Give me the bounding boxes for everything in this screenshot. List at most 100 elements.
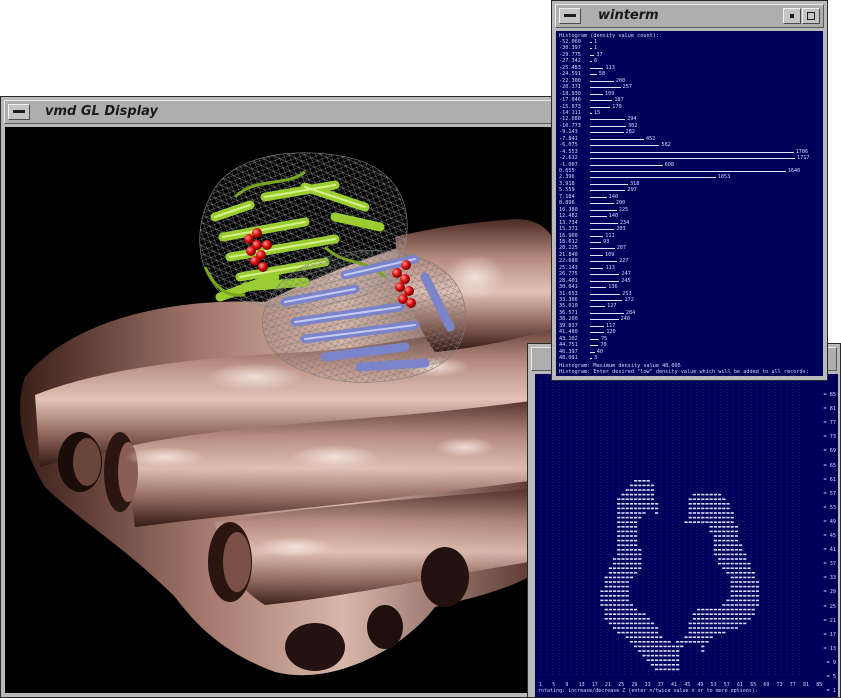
density-dot xyxy=(713,530,717,533)
density-dot xyxy=(634,493,638,496)
density-dot xyxy=(642,484,646,487)
histogram-value: 31.653 xyxy=(559,290,578,297)
density-dot xyxy=(625,576,629,579)
density-dot xyxy=(638,498,642,500)
density-dot xyxy=(617,562,621,565)
histogram-count: 284 xyxy=(625,309,636,316)
density-dot xyxy=(701,613,705,615)
density-dot xyxy=(739,576,743,579)
gl-viewport[interactable] xyxy=(5,127,557,693)
minus-icon xyxy=(13,110,25,113)
density-dot xyxy=(617,590,621,592)
density-dot xyxy=(734,558,738,560)
density-dot xyxy=(629,613,633,615)
density-dot xyxy=(617,526,621,528)
density-dot xyxy=(726,503,730,505)
histogram-value: 36.571 xyxy=(559,309,578,316)
slice-y-tick: = 73 xyxy=(823,434,837,441)
density-dot xyxy=(638,613,642,615)
density-dot xyxy=(617,507,621,510)
histogram-value: -20.371 xyxy=(559,84,581,91)
window-menu-button[interactable] xyxy=(8,104,30,120)
density-dot xyxy=(709,498,713,500)
density-dot xyxy=(625,585,629,588)
density-dot xyxy=(638,489,642,491)
density-dot xyxy=(701,512,705,514)
density-dot xyxy=(726,549,730,551)
density-dot xyxy=(634,641,638,643)
histogram-bar xyxy=(590,332,605,334)
density-dot xyxy=(655,631,659,634)
density-dot xyxy=(684,521,688,523)
density-dot xyxy=(722,526,726,528)
density-dot xyxy=(638,503,642,505)
density-dot xyxy=(621,576,625,579)
density-dot xyxy=(625,535,629,537)
winterm-terminal[interactable]: Histogram (density value count): -52.060… xyxy=(556,31,823,376)
density-dot xyxy=(667,650,671,652)
density-dot xyxy=(713,618,717,620)
histogram-count: 93 xyxy=(603,238,610,245)
histogram-bar xyxy=(590,112,592,114)
density-dot xyxy=(621,512,625,514)
density-dot xyxy=(600,604,604,606)
density-dot xyxy=(608,567,612,569)
density-dot xyxy=(747,562,751,565)
density-dot xyxy=(726,599,730,602)
density-dot xyxy=(730,535,734,537)
slice-y-tick: = 21 xyxy=(823,617,837,624)
histogram-count: 40 xyxy=(596,348,604,355)
density-dot xyxy=(697,608,701,611)
histogram-count: 109 xyxy=(605,90,615,97)
density-dot xyxy=(621,618,625,620)
density-dot xyxy=(621,567,625,569)
density-dot xyxy=(751,572,755,574)
histogram-bar xyxy=(590,196,607,198)
histogram-bar xyxy=(590,351,595,353)
density-dot xyxy=(713,622,717,625)
density-dot xyxy=(634,636,638,638)
slice-x-tick: 81 xyxy=(803,682,810,688)
density-dot xyxy=(730,595,734,597)
minimize-button[interactable] xyxy=(783,8,801,24)
density-dot xyxy=(747,604,751,606)
density-dot xyxy=(676,664,680,666)
density-dot xyxy=(751,576,755,579)
density-dot xyxy=(713,539,717,542)
density-dot xyxy=(659,641,663,643)
density-dot xyxy=(638,480,642,482)
density-dot xyxy=(655,641,659,643)
density-dot xyxy=(646,636,650,638)
density-dot xyxy=(634,526,638,528)
density-dot xyxy=(663,650,667,652)
density-dot xyxy=(747,572,751,574)
density-dot xyxy=(718,498,722,500)
density-dot xyxy=(713,613,717,615)
histogram-bar xyxy=(590,171,786,172)
window-menu-button[interactable] xyxy=(559,8,581,24)
minimize-icon xyxy=(790,14,794,18)
histogram-value: -7.841 xyxy=(559,135,578,142)
slice-y-tick: = 45 xyxy=(823,533,837,539)
density-dot xyxy=(617,549,621,551)
density-dot xyxy=(613,599,617,602)
density-dot xyxy=(722,507,726,510)
density-dot xyxy=(625,558,629,560)
histogram-count: 120 xyxy=(606,329,616,336)
density-dot xyxy=(730,572,734,574)
winterm-title-bar[interactable]: winterm xyxy=(555,4,824,28)
density-dot xyxy=(688,498,692,500)
density-slice-terminal[interactable]: = 85 = 81 = 77 = 73 = 69 = 65 = 61 = 57 = 53 = 49… xyxy=(535,374,838,697)
density-dot xyxy=(634,539,638,542)
density-dot xyxy=(621,535,625,537)
density-dot xyxy=(663,659,667,661)
density-dot xyxy=(625,622,629,625)
histogram-value: 28.401 xyxy=(559,277,578,284)
density-dot xyxy=(629,493,633,496)
maximize-button[interactable] xyxy=(802,8,820,24)
gl-title-bar[interactable]: vmd GL Display xyxy=(4,100,558,124)
histogram-count: 113 xyxy=(605,264,615,271)
density-dot xyxy=(629,572,633,574)
density-dot xyxy=(604,585,608,588)
density-dot xyxy=(617,576,621,579)
